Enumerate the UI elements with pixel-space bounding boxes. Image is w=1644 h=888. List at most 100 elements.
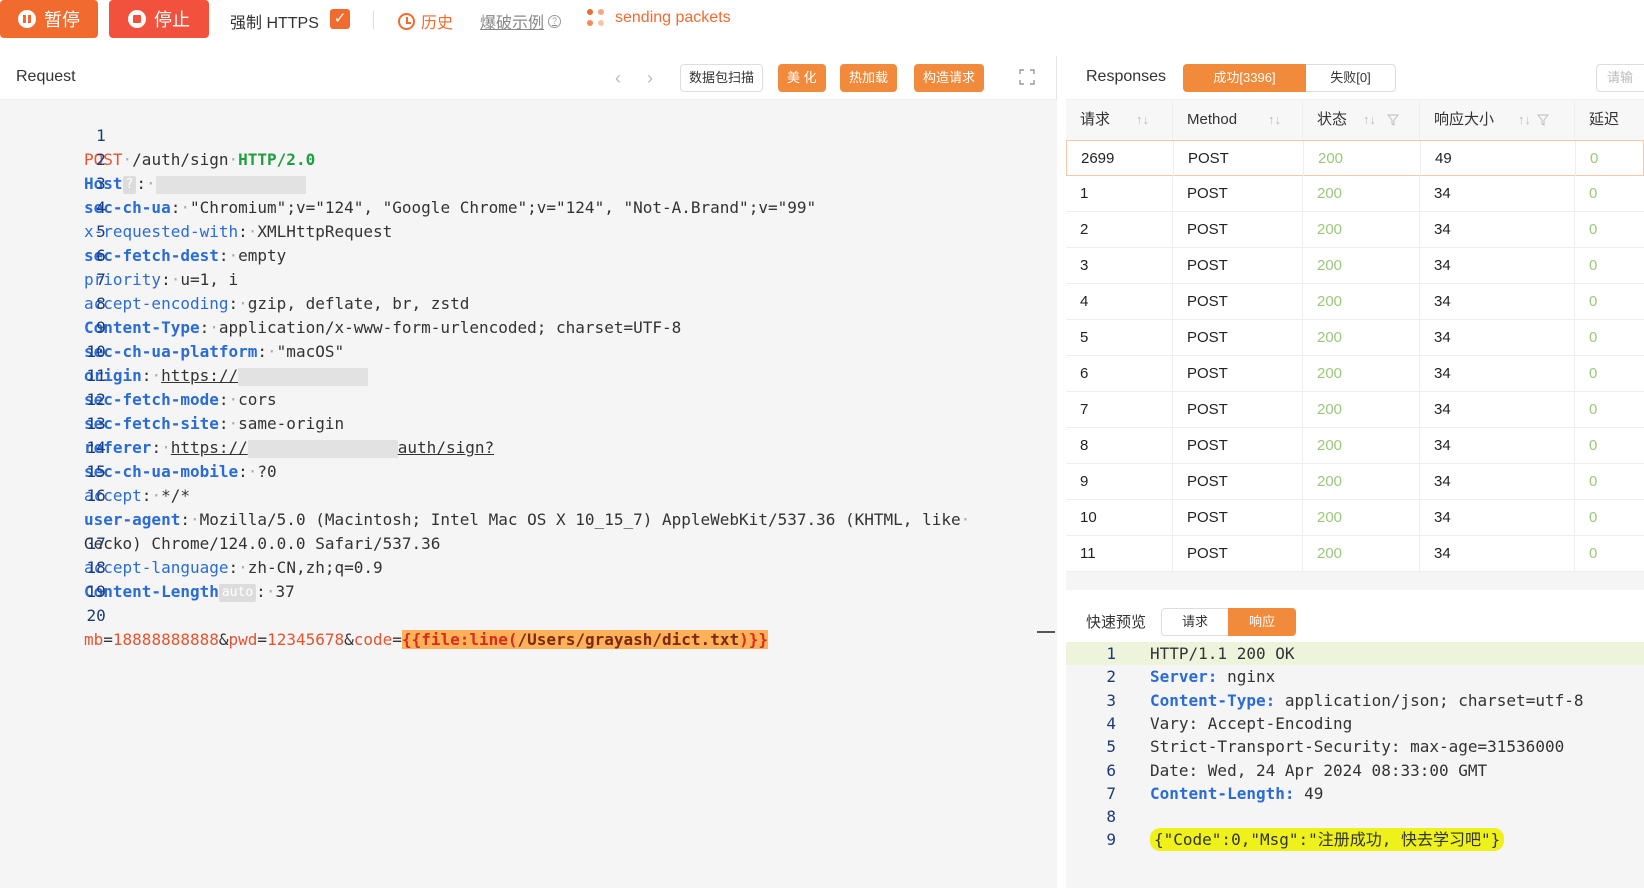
code-line: 6 priority:·u=1, i	[84, 246, 239, 289]
table-row[interactable]: 2699 POST 200 49 0	[1066, 140, 1644, 177]
cell-size: 34	[1420, 392, 1575, 428]
responses-search-input[interactable]: 请输	[1596, 64, 1644, 92]
history-button[interactable]: 历史	[398, 9, 453, 33]
code-line: 1 POST·/auth/sign·HTTP/2.0	[84, 126, 316, 169]
fold-marker[interactable]	[1037, 631, 1055, 633]
cell-method: POST	[1173, 248, 1303, 284]
code-line: 13 referer:·https://auth/sign?	[84, 414, 495, 458]
response-line: 9 {"Code":0,"Msg":"注册成功, 快去学习吧"}	[1066, 828, 1644, 852]
table-row[interactable]: 11 POST 200 34 0	[1066, 536, 1644, 572]
response-line: 1 HTTP/1.1 200 OK	[1066, 642, 1644, 665]
filter-icon	[1537, 114, 1549, 126]
cell-method: POST	[1173, 428, 1303, 464]
column-header-delay[interactable]: 延迟	[1575, 100, 1644, 140]
code-line: 2 Host?:·	[0, 124, 306, 194]
quick-preview-title: 快速预览	[1086, 614, 1147, 631]
hot-reload-button[interactable]: 热加载	[840, 64, 898, 92]
cell-status: 200	[1303, 428, 1420, 464]
redacted-host	[155, 175, 306, 194]
cell-id: 2	[1066, 212, 1173, 248]
table-row[interactable]: 5 POST 200 34 0	[1066, 320, 1644, 356]
code-line: 10 origin:·https://	[0, 316, 369, 386]
pause-icon	[18, 10, 36, 28]
cell-id: 10	[1066, 500, 1173, 536]
column-header-size[interactable]: 响应大小 ↑↓	[1420, 100, 1575, 140]
response-viewer[interactable]: 1 HTTP/1.1 200 OK 2 Server: nginx 3 Content-T…	[1066, 642, 1644, 888]
cell-status: 200	[1303, 500, 1420, 536]
chevron-left-icon[interactable]: ‹	[615, 68, 621, 89]
response-line: 4 Vary: Accept-Encoding	[1106, 713, 1353, 733]
cell-method: POST	[1173, 500, 1303, 536]
cell-delay: 0	[1575, 320, 1644, 356]
table-row[interactable]: 8 POST 200 34 0	[1066, 428, 1644, 464]
code-line: 9 sec-ch-ua-platform:·"macOS"	[84, 318, 345, 361]
tab-success[interactable]: 成功[3396]	[1183, 64, 1306, 92]
cell-method: POST	[1173, 176, 1303, 212]
cell-size: 34	[1420, 500, 1575, 536]
pause-button[interactable]: 暂停	[0, 0, 98, 38]
response-line: 3 Content-Type: application/json; charset…	[1106, 690, 1584, 710]
request-editor[interactable]: 1 POST·/auth/sign·HTTP/2.0 2 Host?:· 3 s…	[0, 100, 1057, 888]
stop-button[interactable]: 停止	[109, 0, 209, 38]
force-https-checkbox[interactable]: ✓	[330, 9, 350, 29]
cell-id: 8	[1066, 428, 1173, 464]
cell-id: 9	[1066, 464, 1173, 500]
code-line: 4 x-requested-with:·XMLHttpRequest	[84, 198, 393, 241]
cell-size: 49	[1421, 141, 1576, 177]
column-header-request[interactable]: 请求 ↑↓	[1066, 100, 1173, 140]
cell-status: 200	[1303, 212, 1420, 248]
cell-method: POST	[1173, 284, 1303, 320]
cell-size: 34	[1420, 248, 1575, 284]
history-label: 历史	[421, 15, 454, 32]
brute-example-link[interactable]: 爆破示例 ?	[480, 9, 562, 33]
code-line: 17 accept-language:·zh-CN,zh;q=0.9	[84, 534, 383, 577]
column-header-status[interactable]: 状态 ↑↓	[1303, 100, 1420, 140]
preview-tab-response[interactable]: 响应	[1228, 608, 1296, 636]
table-row[interactable]: 6 POST 200 34 0	[1066, 356, 1644, 392]
cell-delay: 0	[1575, 356, 1644, 392]
code-line: 18 Content-Length auto:·37	[84, 558, 295, 602]
responses-panel: Responses 成功[3396] 失败[0] 请输 请求 ↑↓ Method ↑…	[1066, 56, 1644, 888]
cell-size: 34	[1420, 356, 1575, 392]
cell-delay: 0	[1575, 428, 1644, 464]
cell-method: POST	[1173, 320, 1303, 356]
response-line: 8	[1106, 807, 1116, 827]
cell-delay: 0	[1575, 536, 1644, 572]
table-row[interactable]: 2 POST 200 34 0	[1066, 212, 1644, 248]
column-header-method[interactable]: Method ↑↓	[1173, 100, 1303, 140]
table-row[interactable]: 3 POST 200 34 0	[1066, 248, 1644, 284]
sort-icon: ↑↓	[1363, 112, 1376, 127]
payload-marker[interactable]: {{file:line(/Users/grayash/dict.txt)}}	[401, 630, 768, 649]
packet-scan-button[interactable]: 数据包扫描	[680, 64, 764, 92]
sort-icon: ↑↓	[1518, 112, 1531, 127]
cell-size: 34	[1420, 320, 1575, 356]
preview-tab-request[interactable]: 请求	[1161, 608, 1229, 636]
cell-delay: 0	[1575, 284, 1644, 320]
cell-status: 200	[1304, 141, 1421, 177]
tab-fail[interactable]: 失败[0]	[1306, 64, 1396, 92]
beautify-button[interactable]: 美 化	[778, 64, 826, 92]
sending-status: sending packets	[587, 9, 731, 27]
response-line: 5 Strict-Transport-Security: max-age=3153…	[1106, 737, 1565, 757]
cell-method: POST	[1174, 141, 1304, 177]
chevron-right-icon[interactable]: ›	[647, 68, 653, 89]
auto-badge: auto	[218, 583, 257, 602]
sort-icon: ↑↓	[1136, 112, 1149, 127]
table-row[interactable]: 4 POST 200 34 0	[1066, 284, 1644, 320]
code-line: 12 sec-fetch-site:·same-origin	[84, 390, 345, 433]
responses-header: Responses 成功[3396] 失败[0] 请输	[1066, 56, 1644, 100]
cell-method: POST	[1173, 356, 1303, 392]
table-row[interactable]: 9 POST 200 34 0	[1066, 464, 1644, 500]
table-row[interactable]: 1 POST 200 34 0	[1066, 176, 1644, 212]
cell-delay: 0	[1575, 248, 1644, 284]
cell-status: 200	[1303, 248, 1420, 284]
cell-size: 34	[1420, 212, 1575, 248]
expand-icon[interactable]	[1018, 68, 1036, 86]
cell-delay: 0	[1575, 212, 1644, 248]
table-row[interactable]: 10 POST 200 34 0	[1066, 500, 1644, 536]
code-line: 7 accept-encoding:·gzip, deflate, br, zs…	[84, 270, 470, 313]
table-row[interactable]: 7 POST 200 34 0	[1066, 392, 1644, 428]
construct-request-button[interactable]: 构造请求	[914, 64, 985, 92]
code-line: 3 sec-ch-ua:·"Chromium";v="124", "Google…	[84, 174, 817, 217]
cell-delay: 0	[1575, 464, 1644, 500]
